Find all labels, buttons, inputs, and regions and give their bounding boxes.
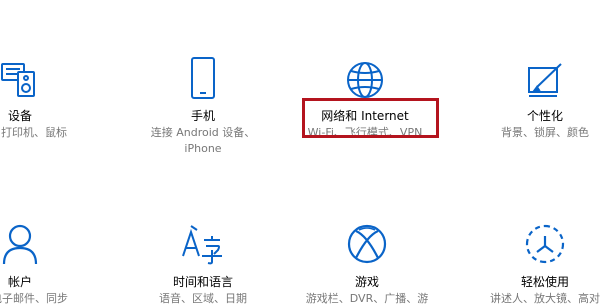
person-icon [0,210,60,266]
settings-tile-accounts[interactable]: 帐户 、电子邮件、同步 [0,210,68,306]
ease-of-access-icon [470,210,600,266]
tile-description: 连接 Android 设备、 [150,126,256,139]
highlight-box [302,98,439,138]
settings-tile-devices[interactable]: 设备 、打印机、鼠标 [0,44,67,140]
tile-description: 讲述人、放大镜、高对 [490,292,600,305]
tile-title: 轻松使用 [520,275,569,289]
tile-title: 帐户 [7,275,32,289]
tile-title: 游戏 [354,275,379,289]
tile-title: 个性化 [526,109,563,123]
keyboard-speaker-icon [0,44,50,100]
globe-icon [290,44,440,100]
tile-description-line2: iPhone [184,142,222,155]
tile-description: 游戏栏、DVR、广播、游 [305,292,429,305]
xbox-icon [292,210,442,266]
settings-tile-phone[interactable]: 手机 连接 Android 设备、 iPhone [128,44,278,156]
settings-tile-ease-of-access[interactable]: 轻松使用 讲述人、放大镜、高对 [470,210,600,306]
tile-description: 背景、锁屏、颜色 [501,126,589,139]
paint-brush-icon [470,44,600,100]
language-icon [128,210,278,266]
phone-icon [128,44,278,100]
tile-title: 手机 [190,109,215,123]
settings-tile-gaming[interactable]: 游戏 游戏栏、DVR、广播、游 [292,210,442,306]
tile-description: 、打印机、鼠标 [0,126,67,139]
settings-tile-time-language[interactable]: 时间和语言 语音、区域、日期 [128,210,278,306]
tile-title: 设备 [7,109,32,123]
settings-tile-personalization[interactable]: 个性化 背景、锁屏、颜色 [470,44,600,140]
tile-description: 语音、区域、日期 [159,292,247,305]
tile-description: 、电子邮件、同步 [0,292,68,305]
tile-title: 时间和语言 [172,275,233,289]
